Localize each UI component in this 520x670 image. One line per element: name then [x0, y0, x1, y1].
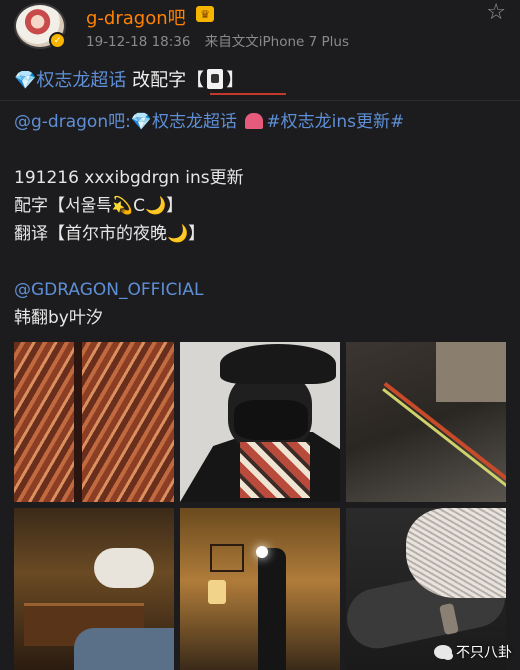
star-icon[interactable]: ☆	[486, 2, 506, 24]
title-end: 】	[226, 70, 245, 91]
title-underline	[210, 93, 286, 95]
timestamp: 19-12-18 18:36	[86, 34, 191, 50]
translation-line: 翻译【首尔市的夜晚🌙】	[14, 224, 206, 244]
translator-line: 韩翻by叶汐	[14, 308, 103, 328]
mention-link[interactable]: @g-dragon吧:	[14, 112, 131, 132]
gdragon-mention[interactable]: @GDRAGON_OFFICIAL	[14, 276, 508, 304]
watermark-text: 不只八卦	[456, 645, 512, 661]
update-line: 191216 xxxibgdrgn ins更新	[14, 168, 244, 188]
title-text: 改配字【	[126, 70, 205, 91]
post-title: 💎权志龙超话 改配字【】	[14, 66, 244, 92]
heart-icon	[245, 113, 264, 129]
photo-3[interactable]	[346, 342, 506, 502]
hashtag-link[interactable]: #权志龙ins更新#	[266, 112, 404, 132]
post-header: ✓ g-dragon吧 ♛ 19-12-18 18:36 来自文文iPhone …	[0, 0, 520, 52]
topic-tag[interactable]: 💎权志龙超话	[14, 70, 126, 91]
crown-icon: ♛	[196, 6, 214, 22]
post-body: @g-dragon吧:💎权志龙超话 #权志龙ins更新# 191216 xxxi…	[14, 108, 508, 332]
photo-1[interactable]	[14, 342, 174, 502]
verified-icon: ✓	[49, 32, 66, 49]
photo-grid	[14, 342, 506, 670]
topic-link[interactable]: 💎权志龙超话	[131, 112, 237, 132]
divider	[0, 100, 520, 101]
watermark: 不只八卦	[434, 642, 512, 662]
playing-card-icon	[207, 69, 224, 89]
photo-5[interactable]	[180, 508, 340, 670]
post-meta: 19-12-18 18:36 来自文文iPhone 7 Plus	[86, 30, 349, 50]
caption-line: 配字【서울특💫C🌙】	[14, 196, 184, 216]
photo-2[interactable]	[180, 342, 340, 502]
source: 来自文文iPhone 7 Plus	[204, 34, 350, 50]
photo-4[interactable]	[14, 508, 174, 670]
username[interactable]: g-dragon吧	[86, 4, 186, 30]
chat-bubble-icon	[434, 645, 453, 660]
repost-line: @g-dragon吧:💎权志龙超话 #权志龙ins更新#	[14, 108, 508, 136]
